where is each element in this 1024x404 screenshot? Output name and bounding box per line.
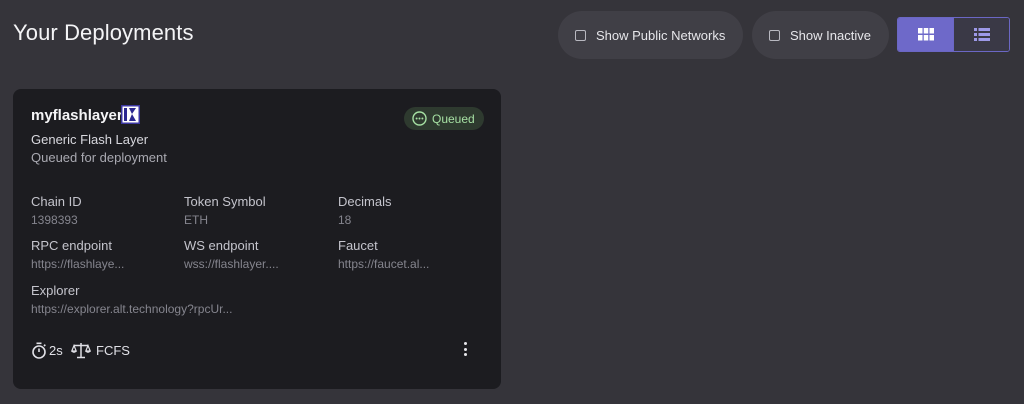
faucet-value[interactable]: https://faucet.al... — [338, 257, 478, 271]
network-type: Generic Flash Layer — [31, 132, 149, 147]
token-symbol-value: ETH — [184, 213, 208, 227]
faucet-field: Faucet https://faucet.al... — [338, 238, 478, 271]
explorer-value[interactable]: https://explorer.alt.technology?rpcUr... — [31, 302, 331, 316]
explorer-field: Explorer https://explorer.alt.technology… — [31, 283, 331, 316]
decimals-label: Decimals — [338, 194, 392, 209]
decimals-field: Decimals 18 — [338, 194, 478, 227]
explorer-label: Explorer — [31, 283, 80, 298]
grid-view-icon — [917, 28, 934, 41]
chain-id-label: Chain ID — [31, 194, 82, 209]
show-public-networks-label: Show Public Networks — [596, 27, 726, 43]
token-symbol-field: Token Symbol ETH — [184, 194, 324, 227]
checkbox-icon[interactable] — [769, 29, 780, 41]
list-view-icon — [973, 28, 990, 41]
block-time: 2s — [31, 342, 63, 359]
chain-id-value: 1398393 — [31, 213, 78, 227]
block-time-value: 2s — [49, 343, 63, 358]
view-mode-toggle — [897, 17, 1010, 52]
decimals-value: 18 — [338, 213, 352, 227]
page-title: Your Deployments — [13, 20, 194, 45]
network-status-text: Queued for deployment — [31, 150, 167, 165]
token-symbol-label: Token Symbol — [184, 194, 266, 209]
deployment-card[interactable]: myflashlayer Generic Flash Layer Queued … — [13, 89, 501, 389]
grid-view-button[interactable] — [898, 18, 953, 51]
ws-endpoint-value[interactable]: wss://flashlayer.... — [184, 257, 324, 271]
rpc-endpoint-value[interactable]: https://flashlaye... — [31, 257, 171, 271]
status-badge: Queued — [404, 107, 484, 130]
deployments-page: Your Deployments Show Public Networks Sh… — [0, 0, 1024, 404]
scale-icon — [71, 343, 91, 359]
sequencing-mode-value: FCFS — [96, 343, 130, 358]
faucet-label: Faucet — [338, 238, 378, 253]
ws-endpoint-field: WS endpoint wss://flashlayer.... — [184, 238, 324, 271]
checkbox-icon[interactable] — [575, 29, 586, 41]
rpc-endpoint-label: RPC endpoint — [31, 238, 112, 253]
more-vertical-icon[interactable] — [459, 339, 471, 359]
list-view-button[interactable] — [953, 18, 1009, 51]
network-name: myflashlayer — [31, 107, 123, 124]
stopwatch-icon — [32, 342, 46, 359]
ws-endpoint-label: WS endpoint — [184, 238, 259, 253]
show-public-networks-toggle[interactable]: Show Public Networks — [558, 11, 743, 59]
show-inactive-toggle[interactable]: Show Inactive — [752, 11, 889, 59]
network-logo-icon — [121, 105, 140, 124]
queued-icon — [412, 111, 427, 126]
show-inactive-label: Show Inactive — [790, 27, 871, 43]
rpc-endpoint-field: RPC endpoint https://flashlaye... — [31, 238, 171, 271]
sequencing-mode: FCFS — [71, 342, 130, 359]
status-badge-label: Queued — [432, 111, 475, 126]
chain-id-field: Chain ID 1398393 — [31, 194, 171, 227]
